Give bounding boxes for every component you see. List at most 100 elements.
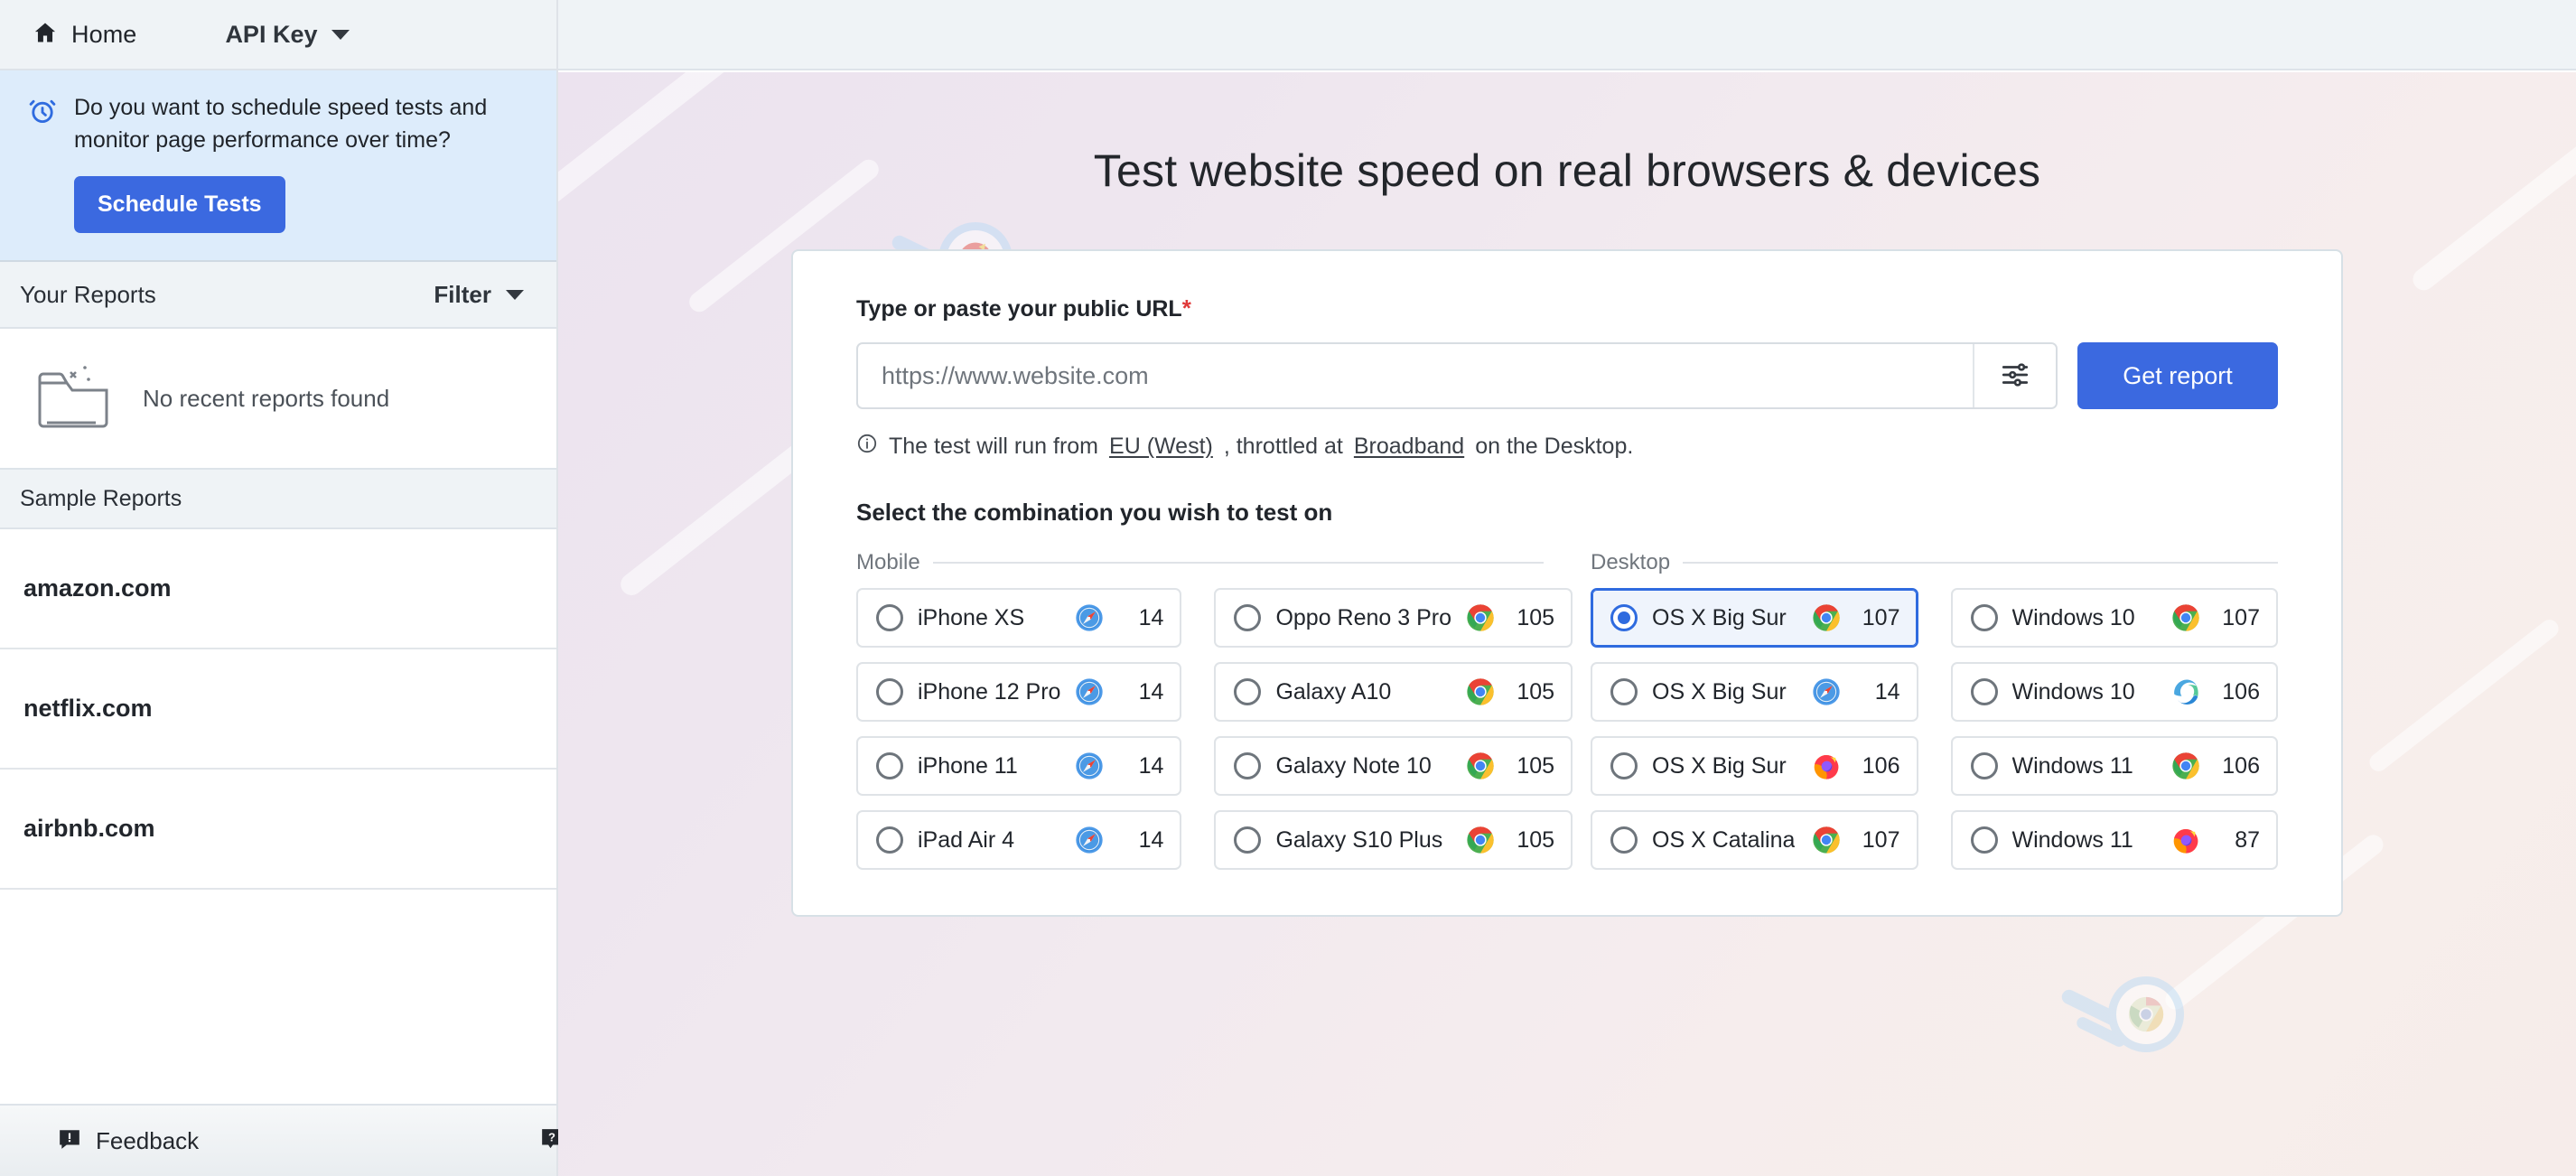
browser-info: 14 <box>1075 826 1163 854</box>
device-name: OS X Big Sur <box>1652 752 1787 779</box>
browser-info: 14 <box>1075 751 1163 780</box>
device-option[interactable]: Windows 11 87 <box>1950 810 2278 870</box>
device-option[interactable]: Windows 10 106 <box>1950 662 2278 722</box>
empty-reports-state: No recent reports found <box>0 329 556 470</box>
feedback-button[interactable]: Feedback <box>58 1127 199 1155</box>
browser-info: 105 <box>1466 603 1554 632</box>
device-name: iPhone 12 Pro <box>918 678 1061 705</box>
safari-icon <box>1075 603 1104 632</box>
firefox-icon <box>1812 751 1841 780</box>
browser-version: 105 <box>1517 604 1555 630</box>
browser-info: 14 <box>1075 603 1163 632</box>
chevron-down-icon <box>506 289 524 300</box>
home-link[interactable]: Home <box>33 20 136 50</box>
main-content: e <box>558 0 2576 1176</box>
feedback-label: Feedback <box>96 1126 200 1154</box>
info-icon <box>856 433 878 461</box>
device-name: Windows 10 <box>2011 678 2135 705</box>
filter-dropdown[interactable]: Filter <box>434 281 524 309</box>
url-input[interactable] <box>858 344 1973 407</box>
browser-info: 107 <box>1812 603 1900 632</box>
sample-reports-list: amazon.com netflix.com airbnb.com <box>0 529 556 1104</box>
device-option[interactable]: OS X Big Sur 106 <box>1591 736 1918 796</box>
chrome-icon <box>1466 603 1495 632</box>
list-item[interactable]: amazon.com <box>0 529 556 649</box>
device-option[interactable]: iPhone 11 14 <box>856 736 1182 796</box>
device-option[interactable]: iPhone 12 Pro 14 <box>856 662 1182 722</box>
browser-info: 106 <box>1812 751 1900 780</box>
radio-icon <box>1970 678 1998 705</box>
device-name: Galaxy Note 10 <box>1275 752 1432 779</box>
divider <box>1683 562 2278 564</box>
schedule-tests-button[interactable]: Schedule Tests <box>74 176 285 233</box>
device-option[interactable]: iPhone XS 14 <box>856 588 1182 648</box>
device-name: Windows 11 <box>2011 752 2133 779</box>
browser-version: 105 <box>1517 826 1555 853</box>
network-throttle-link[interactable]: Broadband <box>1354 434 1464 460</box>
safari-icon <box>1075 826 1104 854</box>
safari-icon <box>1075 677 1104 706</box>
device-option[interactable]: Windows 11 106 <box>1950 736 2278 796</box>
app-root: Home API Key Do you want to schedule spe… <box>0 0 2576 1176</box>
safari-icon <box>1075 751 1104 780</box>
get-report-button[interactable]: Get report <box>2077 342 2278 409</box>
browser-info: 107 <box>1812 826 1900 854</box>
browser-version: 14 <box>1874 678 1900 705</box>
info-middle: , throttled at <box>1223 434 1343 459</box>
radio-icon <box>1234 678 1262 705</box>
browser-info: 105 <box>1466 751 1554 780</box>
svg-text:?: ? <box>548 1130 555 1143</box>
device-name: Galaxy A10 <box>1275 678 1392 705</box>
browser-info: 106 <box>2171 677 2260 706</box>
your-reports-title: Your Reports <box>20 280 156 308</box>
device-option[interactable]: Galaxy S10 Plus 105 <box>1214 810 1573 870</box>
radio-icon <box>1970 604 1998 631</box>
list-item[interactable]: netflix.com <box>0 649 556 770</box>
device-option[interactable]: OS X Big Sur 14 <box>1591 662 1918 722</box>
divider <box>932 562 1544 564</box>
browser-info: 107 <box>2171 603 2260 632</box>
device-name: iPhone 11 <box>918 752 1018 779</box>
radio-icon <box>1234 752 1262 779</box>
filter-label: Filter <box>434 280 491 308</box>
info-suffix: on the Desktop. <box>1475 434 1634 459</box>
radio-icon <box>1234 826 1262 854</box>
api-key-label: API Key <box>225 20 318 48</box>
device-option[interactable]: Galaxy Note 10 105 <box>1214 736 1573 796</box>
chrome-icon <box>1812 826 1841 854</box>
device-option[interactable]: Oppo Reno 3 Pro 105 <box>1214 588 1573 648</box>
browser-version: 14 <box>1138 826 1164 853</box>
schedule-promo-banner: Do you want to schedule speed tests and … <box>0 70 556 262</box>
device-option[interactable]: Windows 10 107 <box>1950 588 2278 648</box>
device-option[interactable]: OS X Catalina 107 <box>1591 810 1918 870</box>
browser-version: 107 <box>2222 604 2260 630</box>
group-desktop-header: Desktop <box>1591 550 2278 575</box>
browser-version: 105 <box>1517 752 1555 779</box>
chrome-icon <box>2171 603 2200 632</box>
group-desktop: Desktop OS X Big Sur 107 Windows 10 107 … <box>1591 550 2278 870</box>
chevron-down-icon <box>331 29 350 40</box>
device-option[interactable]: Galaxy A10 105 <box>1214 662 1573 722</box>
group-mobile: Mobile iPhone XS 14 Oppo Reno 3 Pro 105 … <box>856 550 1573 870</box>
list-item[interactable]: airbnb.com <box>0 770 556 890</box>
group-mobile-header: Mobile <box>856 550 1544 575</box>
sidebar-footer: Feedback ? FAQs <box>0 1104 637 1176</box>
speed-test-form-card: Type or paste your public URL* https://w… <box>791 249 2343 917</box>
device-name: Windows 11 <box>2011 826 2133 853</box>
radio-icon <box>1970 752 1998 779</box>
device-option[interactable]: iPad Air 4 14 <box>856 810 1182 870</box>
browser-version: 87 <box>2235 826 2260 853</box>
test-location-link[interactable]: EU (West) <box>1109 434 1213 460</box>
browser-info: 87 <box>2171 826 2260 854</box>
sidebar-header: Home API Key <box>0 0 556 70</box>
device-name: iPhone XS <box>918 604 1025 630</box>
device-option-selected[interactable]: OS X Big Sur 107 <box>1591 588 1918 648</box>
test-settings-button[interactable] <box>1973 344 2056 407</box>
browser-info: 14 <box>1812 677 1900 706</box>
api-key-dropdown[interactable]: API Key <box>225 21 350 49</box>
radio-icon <box>1610 826 1638 854</box>
schedule-promo-text: Do you want to schedule speed tests and … <box>74 95 488 153</box>
sidebar: Home API Key Do you want to schedule spe… <box>0 0 637 1176</box>
schedule-promo-body: Do you want to schedule speed tests and … <box>74 92 524 233</box>
device-name: Galaxy S10 Plus <box>1275 826 1443 853</box>
